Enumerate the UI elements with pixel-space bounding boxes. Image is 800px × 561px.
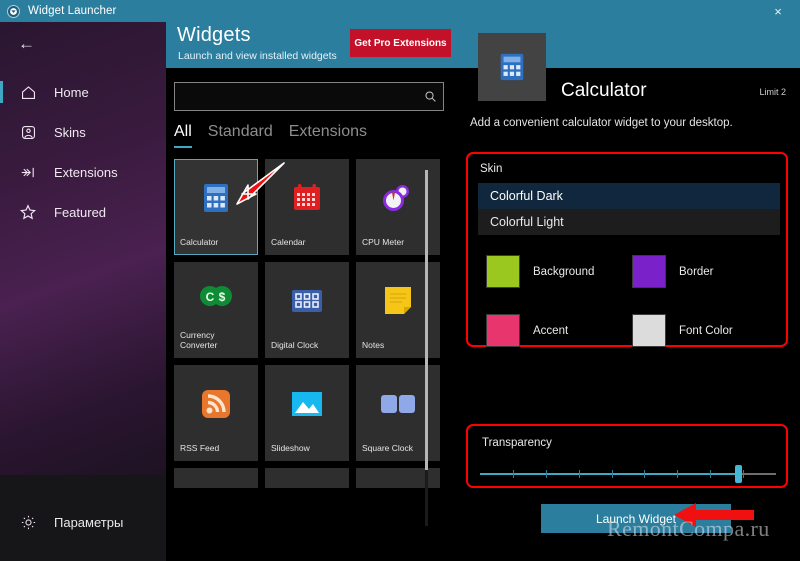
widget-grid: Calculator Calendar CPU Meter C $ Curren… [174,159,440,549]
widget-tile-digital-clock[interactable]: Digital Clock [265,262,349,358]
swatch-background[interactable]: Background [486,242,632,301]
skin-option-colorful-light[interactable]: Colorful Light [478,209,780,235]
svg-text:$: $ [219,290,226,304]
slider-tick [644,470,646,478]
detail-limit-badge: Limit 2 [759,87,786,97]
page-title: Widgets [177,24,251,46]
swatch-border[interactable]: Border [632,242,778,301]
swatch-background-color[interactable] [486,255,520,288]
widget-tile-slideshow[interactable]: Slideshow [265,365,349,461]
slider-thumb[interactable] [734,465,742,483]
sidebar-item-label: Featured [54,204,107,220]
currency-converter-icon: C $ [174,262,258,330]
swatch-label: Background [533,265,595,278]
detail-description: Add a convenient calculator widget to yo… [470,117,733,129]
slider-tick [611,470,613,478]
sidebar-item-home[interactable]: Home [0,72,166,112]
calendar-icon [265,159,349,237]
skins-icon [18,122,38,142]
sidebar-item-featured[interactable]: Featured [0,192,166,232]
window-title: Widget Launcher [28,5,117,17]
widget-tile-label: Currency Converter [180,329,218,351]
swatch-label: Accent [533,324,569,337]
skin-options-list: Colorful Dark Colorful Light [478,183,780,235]
skin-label: Skin [480,163,503,175]
skin-section: Skin Colorful Dark Colorful Light Backgr… [466,152,788,347]
launch-widget-button[interactable]: Launch Widget [541,504,731,533]
widget-tile-placeholder[interactable] [174,468,258,488]
widget-tile-currency-converter[interactable]: C $ Currency Converter [174,262,258,358]
slider-tick [578,470,580,478]
slider-tick [545,470,547,478]
widget-tile-label: Calendar [271,237,306,248]
search-box[interactable] [174,82,444,111]
search-input[interactable] [175,89,417,104]
swatch-accent-color[interactable] [486,314,520,347]
sidebar-items: Home Skins Extensions Featured [0,72,166,232]
widget-browser: All Standard Extensions Calculator Calen… [166,68,456,561]
widget-tile-label: Slideshow [271,443,310,454]
titlebar: Widget Launcher × [0,0,800,22]
widget-tile-placeholder[interactable] [265,468,349,488]
widget-grid-scrollbar[interactable] [425,170,428,526]
get-pro-extensions-button[interactable]: Get Pro Extensions [350,29,451,57]
sidebar-footer: Параметры [0,475,166,561]
sidebar: ← Home Skins Extensions Featured Парамет… [0,22,166,561]
slider-tick [743,470,745,478]
slider-tick [512,470,514,478]
widget-tile-rss-feed[interactable]: RSS Feed [174,365,258,461]
tab-all[interactable]: All [174,123,192,148]
transparency-section: Transparency [466,424,788,488]
gear-icon [18,512,38,532]
search-icon[interactable] [417,90,443,103]
digital-clock-icon [265,262,349,340]
sidebar-item-label: Home [54,84,89,100]
swatch-border-color[interactable] [632,255,666,288]
calculator-icon [174,159,258,237]
skin-option-colorful-dark[interactable]: Colorful Dark [478,183,780,209]
widget-launcher-window: Widget Launcher × ← Home Skins Extension… [0,0,800,561]
sidebar-item-settings[interactable]: Параметры [0,501,166,543]
swatch-accent[interactable]: Accent [486,301,632,360]
swatch-label: Font Color [679,324,733,337]
page-subtitle: Launch and view installed widgets [178,50,337,62]
slider-tick [710,470,712,478]
search-area [166,68,456,111]
back-button[interactable]: ← [0,22,166,66]
widget-tile-label: Calculator [180,237,219,248]
skin-swatches: Background Border Accent Font Color [486,242,778,360]
swatch-font-color[interactable]: Font Color [632,301,778,360]
widget-tile-calculator[interactable]: Calculator [174,159,258,255]
swatch-font-color-color[interactable] [632,314,666,347]
widget-tile-label: RSS Feed [180,443,220,454]
sidebar-item-label: Параметры [54,514,124,530]
filter-tabs: All Standard Extensions [166,111,456,148]
transparency-slider[interactable] [480,465,776,483]
extensions-icon [18,162,38,182]
transparency-label: Transparency [482,437,552,449]
scrollbar-thumb[interactable] [425,170,428,470]
detail-title: Calculator [561,80,647,101]
rss-feed-icon [174,365,258,443]
widget-tile-label: Digital Clock [271,340,319,351]
widget-tile-calendar[interactable]: Calendar [265,159,349,255]
sidebar-item-label: Extensions [54,164,118,180]
sidebar-item-extensions[interactable]: Extensions [0,152,166,192]
detail-calculator-icon [478,33,546,101]
home-icon [18,82,38,102]
tab-extensions[interactable]: Extensions [289,123,367,148]
widget-launcher-icon [7,4,20,18]
slider-fill [480,473,738,475]
svg-text:C: C [206,290,215,304]
slider-tick [677,470,679,478]
slideshow-icon [265,365,349,443]
sidebar-item-label: Skins [54,124,86,140]
sidebar-item-skins[interactable]: Skins [0,112,166,152]
close-icon[interactable]: × [756,0,800,22]
swatch-label: Border [679,265,714,278]
star-icon [18,202,38,222]
tab-standard[interactable]: Standard [208,123,273,148]
widget-detail-panel: Calculator Limit 2 Add a convenient calc… [456,33,800,561]
